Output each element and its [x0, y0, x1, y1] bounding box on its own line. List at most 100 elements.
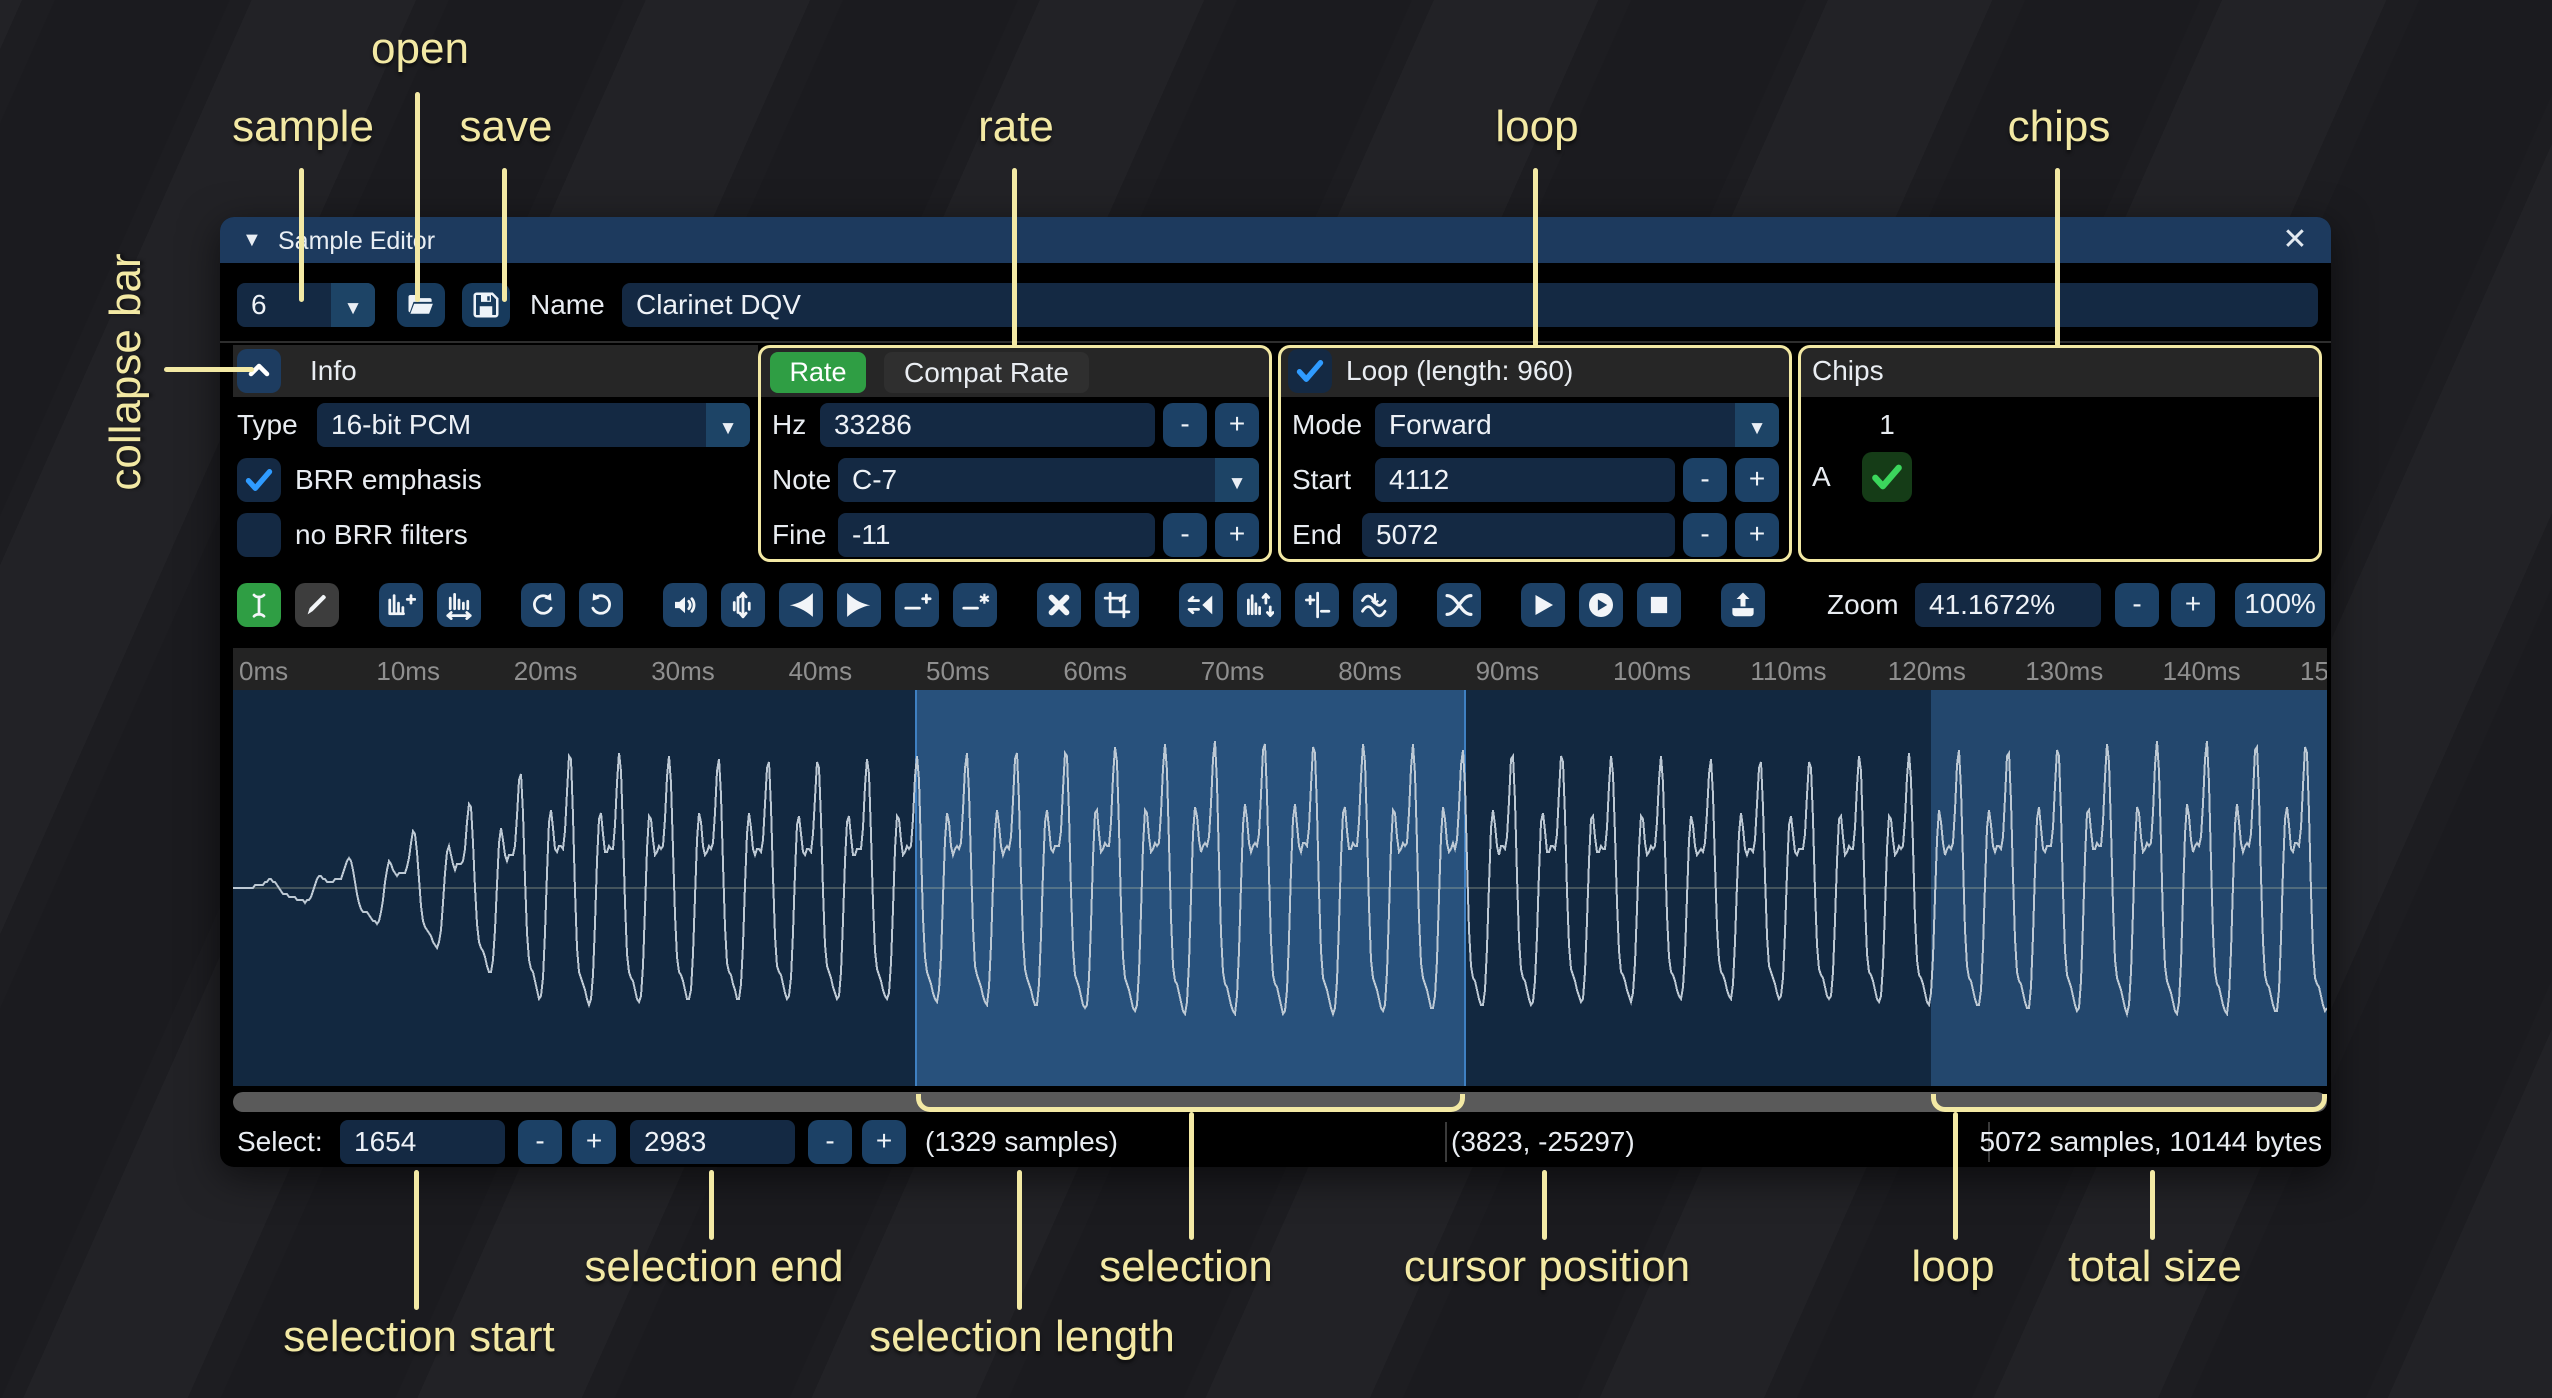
sample-name-value: Clarinet DQV: [636, 289, 801, 320]
ruler-tick: 30ms: [651, 648, 715, 690]
insert-sample-button[interactable]: [379, 583, 423, 627]
open-sample-button[interactable]: [397, 283, 445, 327]
annotation-line-selection-start: [414, 1170, 419, 1310]
sample-editor-window: Sample Editor 6 Name Clarinet DQV: [220, 217, 2331, 1167]
amplify-button[interactable]: [663, 583, 707, 627]
window-titlebar[interactable]: Sample Editor: [220, 217, 2331, 263]
selection-end-input[interactable]: 2983: [630, 1120, 795, 1164]
divider: [220, 341, 2331, 343]
fade-out-icon: [844, 590, 874, 620]
ruler-tick: 140ms: [2163, 648, 2241, 690]
horizontal-scrollbar[interactable]: [233, 1092, 2327, 1112]
signed-unsigned-button[interactable]: [1295, 583, 1339, 627]
redo-button[interactable]: [579, 583, 623, 627]
time-ruler[interactable]: 0ms10ms20ms30ms40ms50ms60ms70ms80ms90ms1…: [233, 648, 2327, 690]
selection-start-minus-button[interactable]: -: [518, 1120, 562, 1164]
annotation-open: open: [371, 24, 469, 74]
selection-start-input[interactable]: 1654: [340, 1120, 505, 1164]
annotation-line-selection-end: [709, 1170, 714, 1240]
zoom-value: 41.1672%: [1929, 589, 2055, 620]
edit-mode-select-button[interactable]: [237, 583, 281, 627]
volume-icon: [670, 590, 700, 620]
reverse-button[interactable]: [1179, 583, 1223, 627]
waveform-view[interactable]: [233, 690, 2327, 1086]
normalize-icon: [728, 590, 758, 620]
no-brr-filters-label: no BRR filters: [295, 513, 468, 557]
save-sample-button[interactable]: [462, 283, 510, 327]
fade-out-button[interactable]: [837, 583, 881, 627]
ruler-tick: 150ms: [2300, 648, 2327, 690]
crossfade-loop-button[interactable]: [1437, 583, 1481, 627]
window-collapse-triangle-icon[interactable]: [242, 217, 262, 263]
undo-button[interactable]: [521, 583, 565, 627]
stop-preview-button[interactable]: [1637, 583, 1681, 627]
chips-panel-outline: [1798, 345, 2322, 562]
invert-icon: [1244, 590, 1274, 620]
zoom-reset-button[interactable]: 100%: [2235, 583, 2325, 627]
chevron-up-icon: [243, 354, 275, 386]
floppy-icon: [471, 290, 501, 320]
zoom-input[interactable]: 41.1672%: [1915, 583, 2101, 627]
fade-in-button[interactable]: [779, 583, 823, 627]
trim-button[interactable]: [1095, 583, 1139, 627]
annotation-rate: rate: [978, 102, 1054, 152]
chevron-down-icon[interactable]: [331, 283, 375, 327]
insert-silence-button[interactable]: [895, 583, 939, 627]
delete-x-icon: [1044, 590, 1074, 620]
ruler-tick: 90ms: [1476, 648, 1540, 690]
edit-mode-draw-button[interactable]: [295, 583, 339, 627]
resize-sample-button[interactable]: [437, 583, 481, 627]
preview-sample-button[interactable]: [1521, 583, 1565, 627]
fade-in-icon: [786, 590, 816, 620]
annotation-selection-start: selection start: [283, 1312, 554, 1362]
stop-icon: [1644, 590, 1674, 620]
annotation-loop: loop: [1495, 102, 1578, 152]
waveform-trace: [233, 690, 2327, 1086]
brr-emphasis-checkbox[interactable]: [237, 458, 281, 502]
info-panel-title: Info: [310, 345, 357, 397]
window-title: Sample Editor: [278, 217, 435, 263]
ruler-tick: 50ms: [926, 648, 990, 690]
sample-type-value: 16-bit PCM: [331, 409, 471, 440]
total-size-text: 5072 samples, 10144 bytes: [1980, 1118, 2322, 1166]
selection-end-plus-button[interactable]: +: [862, 1120, 906, 1164]
annotation-line-total-size: [2150, 1170, 2155, 1240]
close-icon[interactable]: [2273, 217, 2317, 263]
ruler-tick: 60ms: [1063, 648, 1127, 690]
preview-selection-button[interactable]: [1579, 583, 1623, 627]
selection-start-plus-button[interactable]: +: [572, 1120, 616, 1164]
sample-type-dropdown[interactable]: 16-bit PCM: [317, 403, 750, 447]
selection-start-value: 1654: [354, 1126, 416, 1157]
no-brr-filters-checkbox[interactable]: [237, 513, 281, 557]
apply-silence-button[interactable]: [953, 583, 997, 627]
chevron-down-icon[interactable]: [706, 403, 750, 447]
undo-icon: [528, 590, 558, 620]
type-label: Type: [237, 403, 298, 447]
sample-select-value: 6: [251, 289, 267, 320]
selection-length-text: (1329 samples): [925, 1118, 1118, 1166]
silence-insert-icon: [902, 590, 932, 620]
apply-filter-button[interactable]: [1353, 583, 1397, 627]
zoom-plus-button[interactable]: +: [2171, 583, 2215, 627]
pencil-icon: [302, 590, 332, 620]
annotation-cursor-position: cursor position: [1404, 1242, 1690, 1292]
invert-button[interactable]: [1237, 583, 1281, 627]
folder-open-icon: [406, 290, 436, 320]
create-wavetable-button[interactable]: [1721, 583, 1765, 627]
play-circle-icon: [1586, 590, 1616, 620]
play-icon: [1528, 590, 1558, 620]
ruler-tick: 130ms: [2025, 648, 2103, 690]
delete-selection-button[interactable]: [1037, 583, 1081, 627]
annotation-chips: chips: [2008, 102, 2111, 152]
ruler-tick: 40ms: [789, 648, 853, 690]
annotation-selection: selection: [1099, 1242, 1273, 1292]
sample-select-dropdown[interactable]: 6: [237, 283, 375, 327]
collapse-bar-button[interactable]: [237, 349, 281, 393]
zoom-minus-button[interactable]: -: [2115, 583, 2159, 627]
wave-resize-icon: [444, 590, 474, 620]
selection-end-minus-button[interactable]: -: [808, 1120, 852, 1164]
ruler-tick: 80ms: [1338, 648, 1402, 690]
normalize-button[interactable]: [721, 583, 765, 627]
sample-name-input[interactable]: Clarinet DQV: [622, 283, 2318, 327]
select-label: Select:: [237, 1118, 323, 1166]
